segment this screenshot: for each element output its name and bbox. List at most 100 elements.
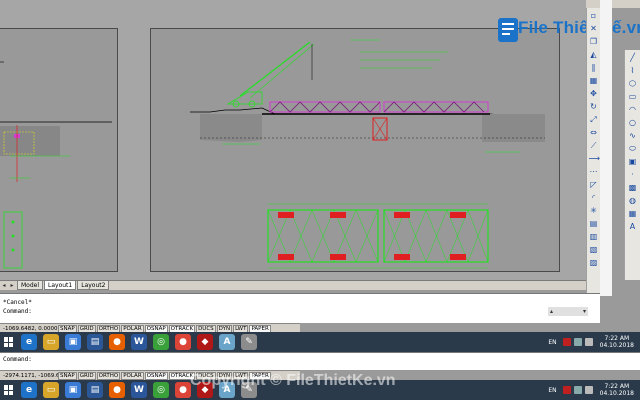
windows-icon-2 — [4, 385, 14, 395]
document-icon[interactable]: ▤ — [87, 334, 103, 350]
autocad-icon[interactable]: A — [219, 334, 235, 350]
arc-icon[interactable]: ◠ — [628, 105, 638, 115]
language-indicator[interactable]: EN — [548, 339, 556, 346]
bridge-plan-view — [267, 203, 489, 269]
erase-icon[interactable]: ✕ — [589, 24, 599, 34]
tab-nav-next-icon[interactable]: ▸ — [8, 281, 16, 290]
clock-date: 04.10.2018 — [599, 342, 634, 349]
firefox-icon[interactable]: ● — [109, 334, 125, 350]
spline-icon[interactable]: ∿ — [628, 131, 638, 141]
stretch-icon[interactable]: ⇔ — [589, 128, 599, 138]
command-prompt-duplicate[interactable]: Command: — [3, 356, 32, 363]
match-icon[interactable]: ▧ — [589, 245, 599, 255]
extend-icon[interactable]: ⟶ — [589, 154, 600, 164]
tray-network-icon[interactable] — [573, 338, 582, 346]
polyline-icon[interactable]: ⌇ — [628, 66, 638, 76]
ie-icon[interactable]: e — [21, 334, 37, 350]
mtext-icon[interactable]: A — [628, 222, 638, 232]
language-indicator-2[interactable]: EN — [548, 387, 556, 394]
ellipse-icon[interactable]: ⬭ — [628, 144, 638, 154]
system-tray-2: EN 7:22 AM 04.10.2018 — [548, 380, 640, 400]
word-icon[interactable]: W — [131, 334, 147, 350]
layer-icon[interactable]: ▤ — [589, 219, 599, 229]
red-app-icon[interactable]: ◆ — [197, 334, 213, 350]
taskbar: e ▭ ▣ ▤ ● W ◎ ● ◆ A ✎ EN 7:22 AM 04.10.2… — [0, 332, 640, 352]
ie-icon-2[interactable]: e — [21, 382, 37, 398]
windows-icon — [4, 337, 14, 347]
tray-red-icon-2[interactable] — [562, 386, 571, 394]
rectangle-icon[interactable]: ▭ — [628, 92, 638, 102]
table-icon[interactable]: ▦ — [628, 209, 638, 219]
toolbar-top-strip — [586, 0, 640, 8]
chamfer-icon[interactable]: ◸ — [589, 180, 599, 190]
clock-date-2: 04.10.2018 — [599, 390, 634, 397]
green-app-icon[interactable]: ◎ — [153, 334, 169, 350]
region-icon[interactable]: ◍ — [628, 196, 638, 206]
tray-red-icon[interactable] — [562, 338, 571, 346]
circle-icon[interactable]: ○ — [628, 118, 638, 128]
tray-volume-icon-2[interactable] — [584, 386, 593, 394]
draw-toolbar: ╱ ⌇ ⬡ ▭ ◠ ○ ∿ ⬭ ▣ · ▩ ◍ ▦ A — [624, 50, 640, 280]
tray-network-icon-2[interactable] — [573, 386, 582, 394]
layout-tabs: ◂ ▸ Model Layout1 Layout2 — [0, 280, 586, 290]
explorer-icon[interactable]: ▭ — [43, 334, 59, 350]
properties-icon[interactable]: ▥ — [589, 232, 599, 242]
clock-time: 7:22 AM — [604, 335, 630, 342]
firefox-icon-2[interactable]: ● — [109, 382, 125, 398]
offset-icon[interactable]: ∥ — [589, 63, 599, 73]
bridge-elevation — [190, 39, 545, 153]
autocad-window: File Thiết Kế.vn ◂ ▸ Model Layout1 Layou… — [0, 0, 640, 400]
line-icon[interactable]: ╱ — [628, 53, 638, 63]
clock[interactable]: 7:22 AM 04.10.2018 — [600, 335, 634, 349]
clock-time-2: 7:22 AM — [604, 383, 630, 390]
rotate-icon[interactable]: ↻ — [589, 102, 599, 112]
command-history-line: *Cancel* — [3, 299, 32, 306]
document-icon-2[interactable]: ▤ — [87, 382, 103, 398]
clock-2[interactable]: 7:22 AM 04.10.2018 — [600, 383, 634, 397]
copy-icon[interactable]: ❐ — [589, 37, 599, 47]
osnap-toggle-2[interactable]: OSNAP — [144, 371, 168, 380]
command-window-duplicate: Command: — [0, 352, 640, 370]
watermark-brand: File Thiết Kế.vn — [518, 18, 640, 37]
scroll-down-icon[interactable]: ▾ — [583, 308, 586, 315]
hatch-icon[interactable]: ▩ — [628, 183, 638, 193]
tray-volume-icon[interactable] — [584, 338, 593, 346]
start-button[interactable] — [0, 332, 18, 352]
scroll-up-icon[interactable]: ▴ — [550, 308, 553, 315]
block-icon[interactable]: ▨ — [589, 258, 599, 268]
green-app-icon-2[interactable]: ◎ — [153, 382, 169, 398]
scale-icon[interactable]: ⤢ — [589, 115, 599, 125]
chrome-icon[interactable]: ● — [175, 334, 191, 350]
store-icon[interactable]: ▣ — [65, 334, 81, 350]
grid-toggle-2[interactable]: GRID — [77, 371, 96, 380]
ortho-toggle-2[interactable]: ORTHO — [96, 371, 121, 380]
mirror-icon[interactable]: ◭ — [589, 50, 599, 60]
trim-icon[interactable]: ⟋ — [589, 141, 599, 151]
store-icon-2[interactable]: ▣ — [65, 382, 81, 398]
snap-toggle-2[interactable]: SNAP — [58, 371, 77, 380]
break-icon[interactable]: ⋯ — [589, 167, 599, 177]
tab-layout2[interactable]: Layout2 — [77, 281, 110, 290]
pointer-icon[interactable]: ▫ — [589, 11, 599, 21]
explode-icon[interactable]: ✳ — [589, 206, 599, 216]
polar-toggle-2[interactable]: POLAR — [121, 371, 144, 380]
array-icon[interactable]: ▦ — [589, 76, 599, 86]
coordinate-readout: -1069.6482, 0.0000 — [3, 325, 58, 332]
move-icon[interactable]: ✥ — [589, 89, 599, 99]
tab-nav-prev-icon[interactable]: ◂ — [0, 281, 8, 290]
word-icon-2[interactable]: W — [131, 382, 147, 398]
fillet-icon[interactable]: ◜ — [589, 193, 599, 203]
point-icon[interactable]: · — [628, 170, 638, 180]
tab-model[interactable]: Model — [17, 281, 44, 290]
toolbar-gap — [600, 0, 612, 296]
polygon-icon[interactable]: ⬡ — [628, 79, 638, 89]
explorer-icon-2[interactable]: ▭ — [43, 382, 59, 398]
start-button-2[interactable] — [0, 380, 18, 400]
tab-layout1[interactable]: Layout1 — [44, 281, 77, 290]
paint-icon[interactable]: ✎ — [241, 334, 257, 350]
insert-block-icon[interactable]: ▣ — [628, 157, 638, 167]
modify-toolbar: ▫ ✕ ❐ ◭ ∥ ▦ ✥ ↻ ⤢ ⇔ ⟋ ⟶ ⋯ ◸ ◜ ✳ ▤ ▥ ▧ ▨ — [586, 8, 600, 296]
command-scroll[interactable]: ▴ ▾ — [548, 307, 588, 316]
chrome-icon-2[interactable]: ● — [175, 382, 191, 398]
command-prompt[interactable]: Command: — [3, 308, 32, 315]
